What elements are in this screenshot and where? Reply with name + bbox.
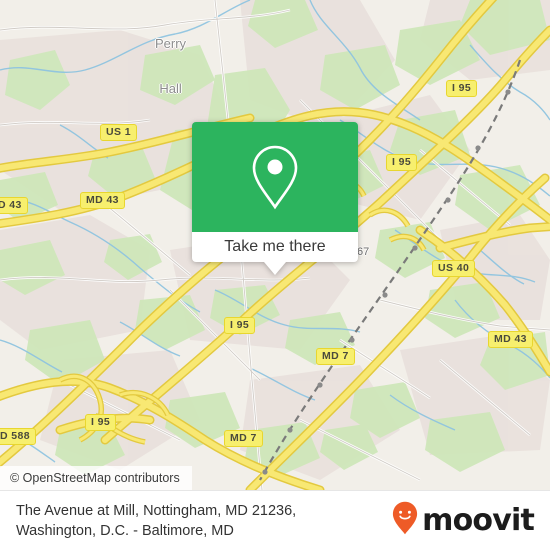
moovit-map-screenshot: Perry Hall 67 US 1 D 43 MD 43 I 95 I 95 … (0, 0, 550, 550)
location-pin-icon (247, 141, 303, 213)
map-canvas[interactable]: Perry Hall 67 US 1 D 43 MD 43 I 95 I 95 … (0, 0, 550, 490)
address-line-1: The Avenue at Mill, Nottingham, MD 21236… (16, 502, 297, 519)
callout-pointer (264, 262, 286, 275)
take-me-there-label: Take me there (224, 238, 326, 255)
shield-md-7[interactable]: MD 7 (316, 348, 355, 365)
address-block: The Avenue at Mill, Nottingham, MD 21236… (0, 501, 392, 541)
callout-image-area (192, 122, 358, 232)
shield-us-40[interactable]: US 40 (432, 260, 476, 277)
moovit-smiley-pin-icon (392, 501, 418, 540)
map-label-route-67: 67 (357, 246, 370, 258)
footer-bar: The Avenue at Mill, Nottingham, MD 21236… (0, 490, 550, 550)
address-line-2: Washington, D.C. - Baltimore, MD (16, 522, 234, 539)
shield-i-95-top[interactable]: I 95 (446, 80, 478, 97)
map-place-label-perry-hall: Perry Hall (155, 6, 186, 126)
shield-i-95-mid[interactable]: I 95 (386, 154, 418, 171)
shield-md-7-south[interactable]: MD 7 (224, 430, 263, 447)
shield-us-1[interactable]: US 1 (100, 124, 137, 141)
location-callout[interactable]: Take me there (192, 122, 358, 275)
moovit-logo[interactable]: moovit (392, 501, 550, 540)
shield-md-43[interactable]: MD 43 (80, 192, 125, 209)
shield-i-95-center[interactable]: I 95 (224, 317, 256, 334)
osm-attribution[interactable]: © OpenStreetMap contributors (0, 466, 192, 490)
place-label-line-2: Hall (159, 81, 182, 96)
osm-attribution-text: © OpenStreetMap contributors (10, 471, 180, 485)
take-me-there-button[interactable]: Take me there (192, 232, 358, 262)
shield-md-43-east[interactable]: MD 43 (488, 331, 533, 348)
shield-md-588[interactable]: D 588 (0, 428, 37, 445)
moovit-wordmark: moovit (422, 502, 535, 538)
place-label-line-1: Perry (155, 36, 187, 51)
shield-i-95-sw[interactable]: I 95 (85, 414, 117, 431)
shield-md-43-west[interactable]: D 43 (0, 197, 28, 214)
